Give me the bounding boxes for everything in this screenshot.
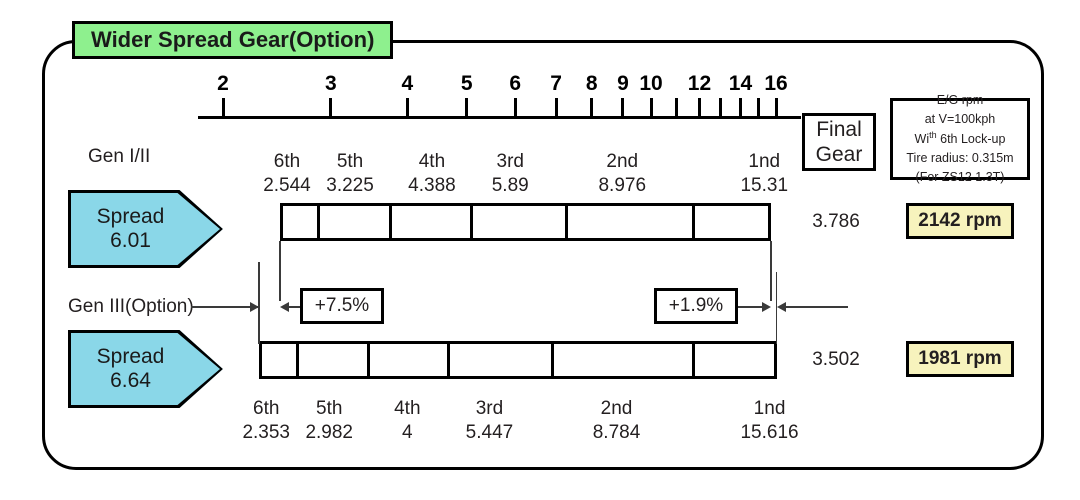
spread-arrow-title: Spread: [96, 345, 165, 369]
delta-left-box: +7.5%: [300, 288, 384, 324]
gear-name-gen3: 5th: [316, 398, 343, 419]
gear-divider: [691, 344, 695, 376]
spread-arrow-text: Spread 6.01: [97, 205, 195, 252]
delta-left-inner-line: [288, 306, 300, 308]
gear-divider: [691, 206, 695, 238]
gear-divider: [551, 344, 555, 376]
note-line: (For ZS12 1.3T): [915, 170, 1005, 185]
gear-ratio-gen12: 3.225: [326, 175, 374, 196]
gear-name-gen12: 6th: [273, 151, 301, 172]
leader-top-left: [279, 241, 281, 301]
gear-ratio-gen3: 15.616: [740, 422, 799, 443]
gear-divider: [296, 344, 300, 376]
gear-divider: [317, 206, 320, 238]
spread-arrow-value: 6.01: [110, 229, 151, 252]
spread-arrow-value: 6.64: [110, 369, 151, 392]
gear-name-gen3: 2nd: [600, 398, 633, 419]
gear-divider: [366, 344, 370, 376]
gen-label-gen3: Gen III(Option): [68, 296, 194, 317]
gear-name-gen3: 4th: [394, 398, 421, 419]
final-gear-label-line2: Gear: [815, 143, 863, 166]
gear-name-gen12: 2nd: [606, 151, 639, 172]
leader-top-right: [770, 241, 773, 301]
gear-ratio-gen3: 4: [402, 422, 413, 443]
gear-divider: [446, 344, 450, 376]
gear-name-gen12: 4th: [418, 151, 446, 172]
delta-right-box: +1.9%: [654, 288, 738, 324]
rpm-badge-gen12: 2142 rpm: [906, 203, 1014, 239]
gear-name-gen12: 5th: [336, 151, 364, 172]
gear-ratio-gen3: 5.447: [465, 422, 514, 443]
gear-bar-gen12: [279, 203, 772, 241]
engine-rpm-note-box: E/G rpm at V=100kph With 6th Lock-up Tire r…: [890, 93, 1030, 184]
gear-divider: [564, 206, 568, 238]
diagram-title: Wider Spread Gear(Option): [72, 21, 394, 59]
gear-ratio-gen12: 2.544: [263, 175, 311, 196]
spread-arrow-title: Spread: [96, 205, 165, 229]
gear-name-gen12: 3rd: [496, 151, 524, 172]
delta-left-outer-line: [191, 306, 260, 308]
delta-right-inner-line: [738, 306, 763, 308]
final-gear-value-gen3: 3.502: [812, 349, 860, 370]
note-line: at V=100kph: [924, 111, 996, 126]
final-gear-box: Final Gear: [802, 113, 876, 171]
gear-ratio-gen12: 4.388: [408, 175, 456, 196]
note-superscript: th: [929, 129, 937, 140]
gear-ratio-gen3: 2.982: [305, 422, 353, 443]
delta-left-arrow-in: [250, 301, 260, 312]
diagram-title-label: Wider Spread Gear(Option): [91, 27, 375, 52]
rpm-badge-gen3: 1981 rpm: [906, 341, 1014, 377]
gear-name-gen12: 1nd: [748, 151, 781, 172]
gear-ratio-gen12: 15.31: [740, 175, 789, 196]
final-gear-label-line1: Final: [816, 117, 862, 141]
note-line: With 6th Lock-up: [914, 129, 1006, 147]
delta-right-arrow-in: [762, 301, 772, 312]
gear-ratio-gen12: 8.976: [598, 175, 647, 196]
gear-name-gen3: 6th: [253, 398, 280, 419]
delta-left-arrow-out: [279, 301, 289, 312]
gear-bar-gen3: [259, 341, 777, 379]
note-line: Tire radius: 0.315m: [906, 151, 1014, 166]
gear-ratio-gen3: 2.353: [242, 422, 290, 443]
spread-arrow-text: Spread 6.64: [97, 345, 195, 392]
gear-name-gen3: 1nd: [753, 398, 786, 419]
gear-divider: [469, 206, 473, 238]
gear-ratio-gen3: 8.784: [592, 422, 641, 443]
note-line: E/G rpm: [936, 92, 984, 107]
gear-divider: [389, 206, 393, 238]
gen-label-gen12: Gen I/II: [88, 146, 151, 167]
delta-right-arrow-out: [776, 301, 786, 312]
delta-right-outer-line: [785, 306, 848, 308]
gear-name-gen3: 3rd: [475, 398, 504, 419]
final-gear-value-gen12: 3.786: [812, 211, 860, 232]
gear-ratio-gen12: 5.89: [491, 175, 529, 196]
